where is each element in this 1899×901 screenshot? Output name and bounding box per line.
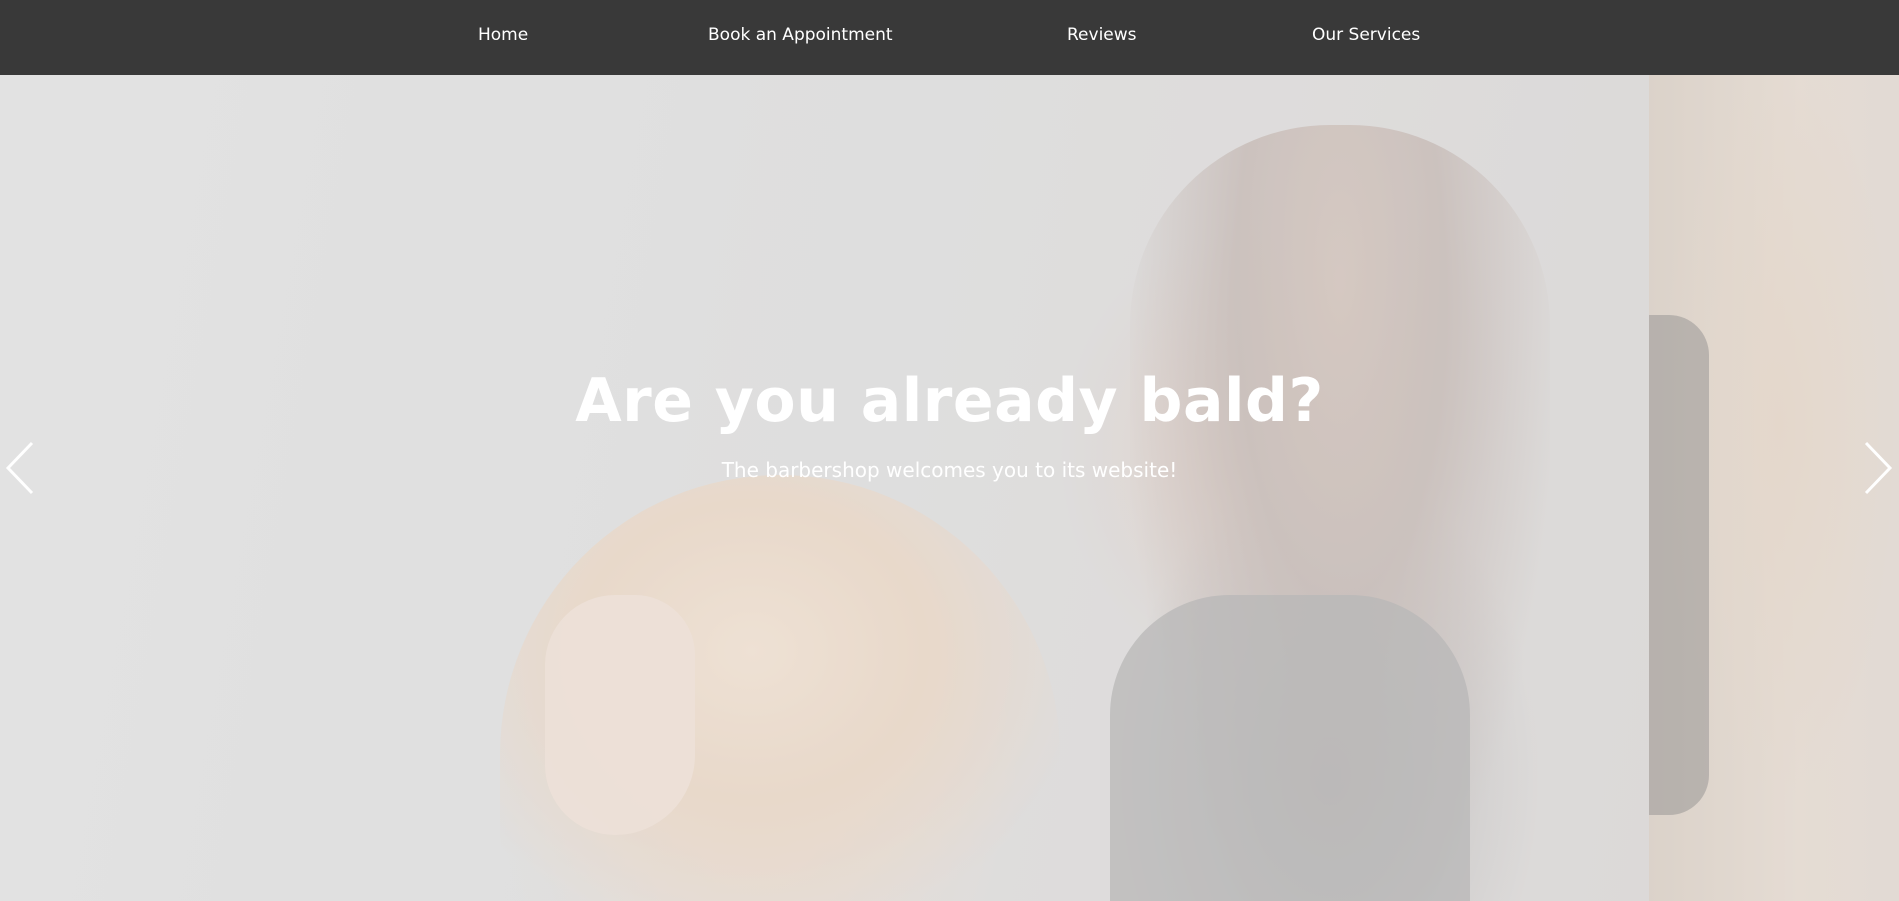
carousel-next-button[interactable] [1856,440,1896,496]
page: Home Book an Appointment Reviews Our Ser… [0,0,1899,901]
chevron-left-icon [5,441,34,495]
nav-link-home[interactable]: Home [478,24,528,46]
nav-link-reviews[interactable]: Reviews [1067,24,1137,46]
hero-subtitle: The barbershop welcomes you to its websi… [721,458,1178,482]
top-navbar: Home Book an Appointment Reviews Our Ser… [0,0,1899,75]
hero-title: Are you already bald? [575,366,1324,436]
carousel-prev-button[interactable] [2,440,42,496]
chevron-right-icon [1864,441,1893,495]
nav-link-book-appointment[interactable]: Book an Appointment [708,24,893,46]
nav-link-our-services[interactable]: Our Services [1312,24,1420,46]
hero-overlay [0,75,1899,901]
hero-carousel: Are you already bald? The barbershop wel… [0,75,1899,901]
